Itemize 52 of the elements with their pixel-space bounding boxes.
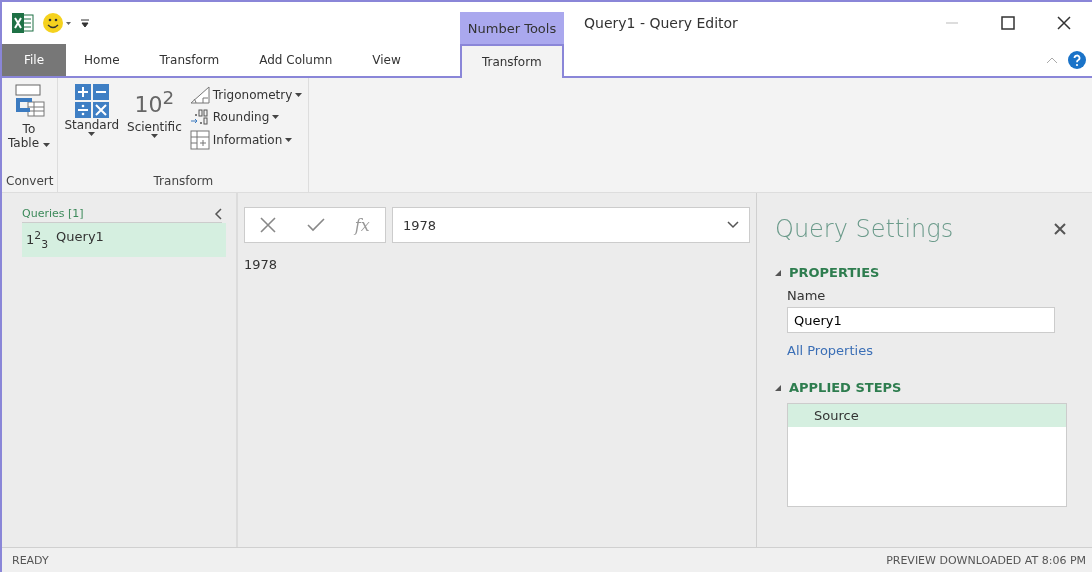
close-icon[interactable]: [1054, 223, 1066, 235]
minimize-icon: [946, 22, 958, 24]
close-icon: [1057, 16, 1071, 30]
ribbon-tab[interactable]: Transform: [459, 44, 564, 78]
ribbon-dropdown-button[interactable]: Trigonometry: [187, 86, 305, 104]
cancel-icon[interactable]: [260, 217, 277, 233]
info-table-icon: [189, 130, 210, 150]
spreadsheet-logo-icon: [12, 13, 34, 33]
formula-value: 1978: [403, 217, 437, 233]
rounding-icon: [189, 108, 210, 126]
section-header: PROPERTIES: [789, 265, 880, 280]
caret-icon: [88, 132, 96, 136]
triangle-icon: [189, 86, 210, 104]
collapse-triangle-icon[interactable]: [775, 269, 781, 276]
context-tab-group: Number Tools: [460, 12, 564, 44]
status-text: PREVIEW DOWNLOADED AT 8:06 PM: [886, 553, 1086, 567]
status-text: READY: [12, 553, 49, 567]
ribbon-dropdown-button[interactable]: Information: [187, 130, 305, 150]
caret-icon: [295, 93, 303, 97]
preview-value: 1978: [244, 257, 279, 272]
ribbon-button[interactable]: To Table: [6, 82, 52, 174]
file-tab[interactable]: File: [2, 44, 67, 76]
calculator-icon: [74, 84, 109, 118]
check-icon[interactable]: [306, 218, 325, 232]
ribbon-button[interactable]: Standard: [62, 82, 122, 174]
collapse-pane-icon[interactable]: [214, 207, 222, 220]
exponent-icon: 10$^{2}$: [134, 86, 175, 118]
query-name: Query1: [56, 229, 104, 246]
expand-icon[interactable]: [727, 221, 739, 229]
settings-title: Query Settings: [775, 215, 954, 243]
query-item[interactable]: 1$^{2}$$_{3}$ Query1: [22, 223, 226, 257]
queries-header: Queries [1]: [22, 207, 84, 220]
formula-field[interactable]: 1978: [392, 207, 750, 243]
window-title: Query1 - Query Editor: [583, 14, 739, 33]
all-properties-link[interactable]: All Properties: [787, 343, 1066, 358]
ribbon-dropdown-button[interactable]: Rounding: [187, 108, 305, 126]
group-label: Transform: [152, 174, 215, 190]
help-icon[interactable]: [1068, 51, 1086, 69]
section-header: APPLIED STEPS: [789, 380, 902, 395]
maximize-icon: [1001, 16, 1015, 30]
caret-icon: [285, 138, 293, 142]
collapse-triangle-icon[interactable]: [775, 384, 781, 391]
name-field[interactable]: Query1: [787, 307, 1055, 333]
caret-icon: [42, 143, 50, 147]
step-item[interactable]: Source: [788, 404, 1066, 427]
smiley-icon[interactable]: [42, 12, 72, 34]
caret-icon: [272, 115, 280, 119]
ribbon-button[interactable]: 10$^{2}$ Scientific: [125, 82, 184, 174]
field-label: Name: [787, 288, 827, 303]
group-label: Convert: [6, 174, 54, 190]
customize-menu-icon[interactable]: [80, 18, 90, 28]
caret-icon: [150, 134, 158, 138]
